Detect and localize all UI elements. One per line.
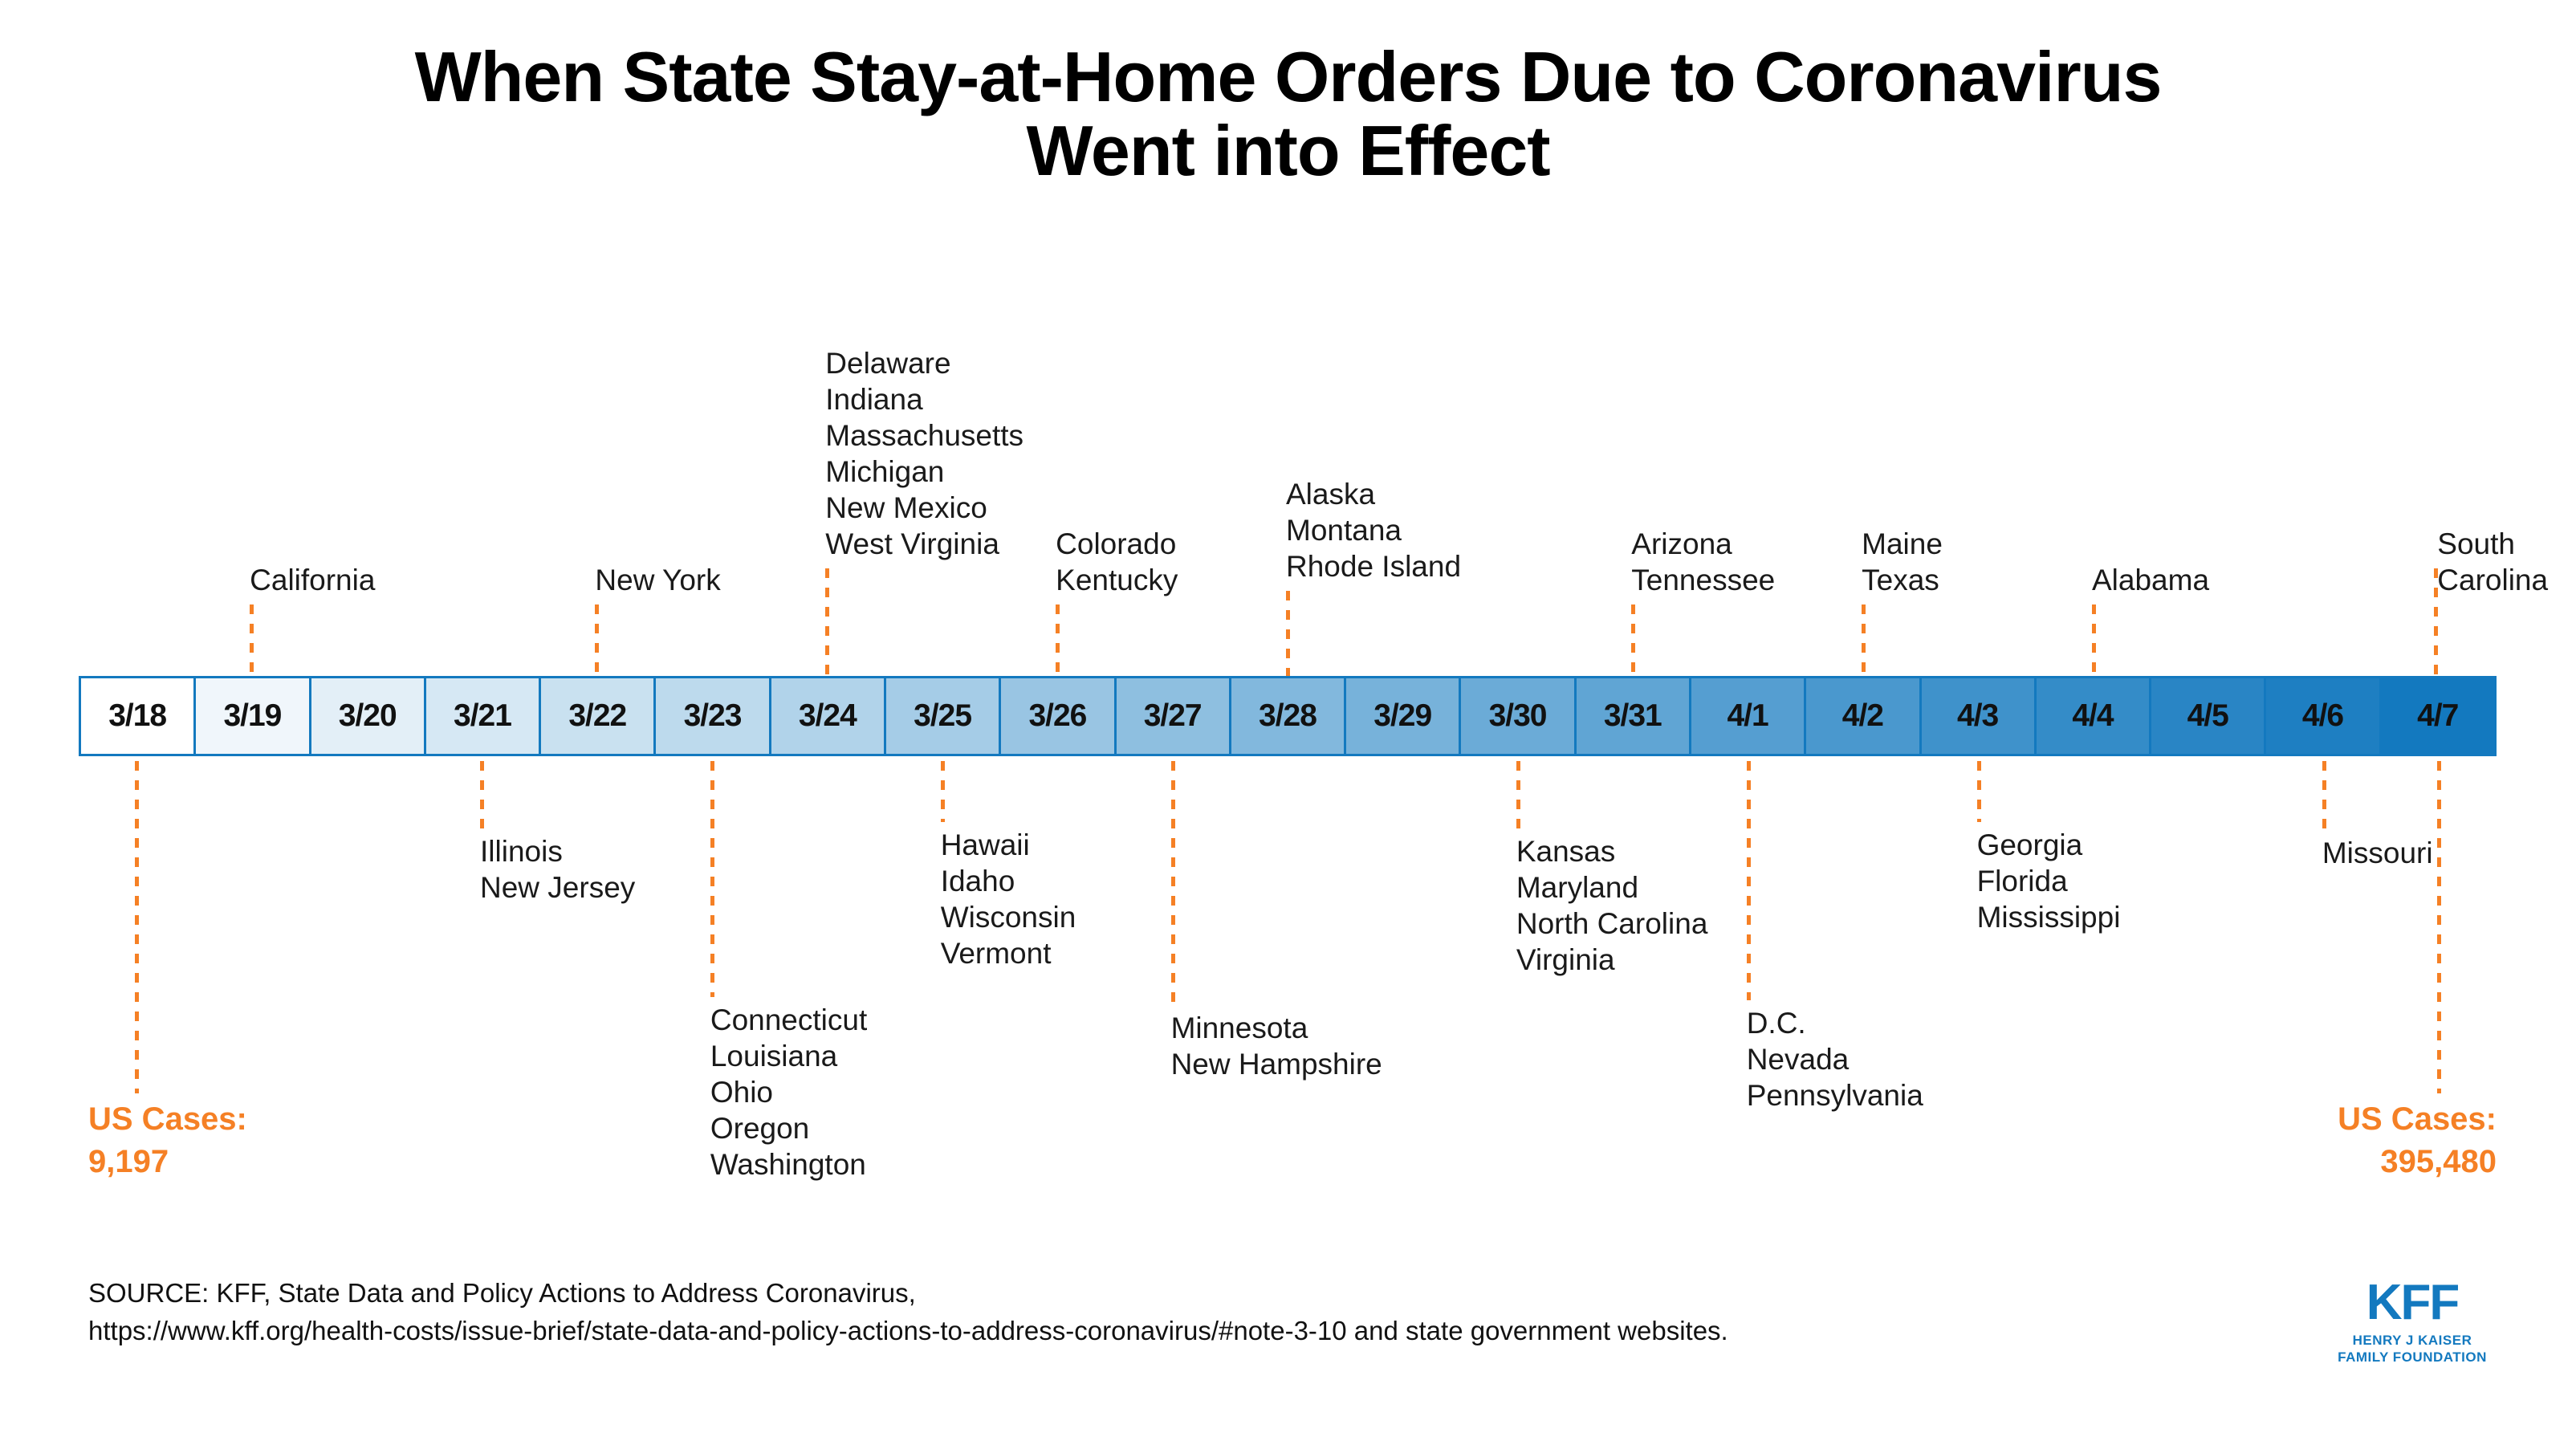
leader-line-above-3-24 <box>825 568 830 676</box>
leader-line-below-4-1 <box>1746 761 1751 1000</box>
timeline-date-label: 3/27 <box>1143 698 1203 733</box>
leader-line-below-4-3 <box>1976 761 1981 822</box>
kff-subtitle: HENRY J KAISER FAMILY FOUNDATION <box>2338 1333 2487 1366</box>
leader-line-below-3-30 <box>1516 761 1520 828</box>
callout-below-4-1: D.C. Nevada Pennsylvania <box>1746 1007 1923 1112</box>
timeline-date-label: 4/3 <box>1957 698 1999 733</box>
timeline-cell-4-6[interactable]: 4/6 <box>2266 678 2382 754</box>
callout-below-3-23: Connecticut Louisiana Ohio Oregon Washin… <box>710 1003 868 1181</box>
timeline-bar: 3/18 3/19 3/20 3/21 3/22 3/23 3/24 3/25 3/26 3/27… <box>79 676 2497 756</box>
leader-line-above-3-28 <box>1286 591 1290 676</box>
us-cases-end: US Cases: 395,480 <box>2338 1101 2497 1179</box>
callout-above-3-28: Alaska Montana Rhode Island <box>1286 478 1462 583</box>
timeline-date-label: 3/18 <box>108 698 167 733</box>
callout-below-4-6: Missouri <box>2322 836 2433 869</box>
leader-line-below-3-23 <box>710 761 714 997</box>
timeline-cell-3-22[interactable]: 3/22 <box>541 678 657 754</box>
leader-line-us-cases-end <box>2437 761 2442 1093</box>
leader-line-above-4-4 <box>2092 604 2096 676</box>
callout-above-4-2: Maine Texas <box>1862 527 1943 596</box>
timeline-cell-4-2[interactable]: 4/2 <box>1806 678 1922 754</box>
page-title: When State Stay-at-Home Orders Due to Co… <box>414 37 2163 191</box>
callout-above-4-4: Alabama <box>2092 564 2210 596</box>
callout-above-3-24: Delaware Indiana Massachusetts Michigan … <box>825 347 1024 560</box>
timeline-cell-3-28[interactable]: 3/28 <box>1231 678 1347 754</box>
kff-wordmark: KFF <box>2366 1275 2460 1330</box>
callout-above-3-31: Arizona Tennessee <box>1631 527 1776 596</box>
leader-line-below-3-21 <box>480 761 484 828</box>
leader-line-above-4-2 <box>1862 604 1866 676</box>
leader-line-above-3-22 <box>595 604 600 676</box>
callout-above-3-26: Colorado Kentucky <box>1056 527 1178 596</box>
callout-below-3-21: Illinois New Jersey <box>480 835 636 904</box>
timeline-date-label: 3/23 <box>683 698 743 733</box>
timeline-cell-3-18[interactable]: 3/18 <box>81 678 197 754</box>
leader-line-above-3-31 <box>1631 604 1636 676</box>
timeline-date-label: 3/25 <box>914 698 972 733</box>
timeline-cell-4-3[interactable]: 4/3 <box>1921 678 2037 754</box>
timeline-cell-4-4[interactable]: 4/4 <box>2036 678 2152 754</box>
timeline-cell-3-20[interactable]: 3/20 <box>311 678 426 754</box>
callout-above-3-22: New York <box>595 564 721 596</box>
leader-line-us-cases-start <box>134 761 139 1093</box>
leader-line-below-3-27 <box>1170 761 1175 1005</box>
leader-line-above-4-7 <box>2434 568 2439 676</box>
timeline-cell-4-7[interactable]: 4/7 <box>2381 678 2494 754</box>
timeline-date-label: 3/30 <box>1488 698 1548 733</box>
leader-line-below-4-6 <box>2322 761 2326 830</box>
timeline-date-label: 4/1 <box>1727 698 1768 733</box>
timeline-cell-3-30[interactable]: 3/30 <box>1461 678 1577 754</box>
callout-below-4-3: Georgia Florida Mississippi <box>1976 828 2121 934</box>
timeline-date-label: 4/6 <box>2301 698 2344 733</box>
timeline-date-label: 3/19 <box>223 698 282 733</box>
timeline-date-label: 4/2 <box>1841 698 1884 733</box>
leader-line-above-3-19 <box>250 604 254 676</box>
timeline-cell-3-25[interactable]: 3/25 <box>885 678 1002 754</box>
timeline-date-label: 3/20 <box>338 698 397 733</box>
leader-line-below-3-25 <box>940 761 945 822</box>
timeline-date-label: 4/7 <box>2417 698 2459 733</box>
us-cases-start: US Cases: 9,197 <box>88 1101 247 1179</box>
timeline-cell-3-21[interactable]: 3/21 <box>425 678 542 754</box>
timeline-cell-3-19[interactable]: 3/19 <box>196 678 311 754</box>
timeline-cell-3-27[interactable]: 3/27 <box>1116 678 1231 754</box>
timeline-cell-3-26[interactable]: 3/26 <box>1001 678 1117 754</box>
callout-below-3-27: Minnesota New Hampshire <box>1170 1012 1382 1081</box>
timeline-cell-3-31[interactable]: 3/31 <box>1576 678 1691 754</box>
timeline-date-label: 3/21 <box>454 698 512 733</box>
timeline-date-label: 3/28 <box>1259 698 1317 733</box>
callout-below-3-30: Kansas Maryland North Carolina Virginia <box>1516 835 1708 976</box>
timeline-cell-3-29[interactable]: 3/29 <box>1346 678 1462 754</box>
source-note: SOURCE: KFF, State Data and Policy Actio… <box>88 1278 1728 1345</box>
timeline-date-label: 3/24 <box>798 698 857 733</box>
kff-logo: KFF HENRY J KAISER FAMILY FOUNDATION <box>2332 1278 2493 1366</box>
timeline-cell-4-5[interactable]: 4/5 <box>2151 678 2267 754</box>
leader-line-above-3-26 <box>1056 604 1060 676</box>
timeline-date-label: 4/4 <box>2072 698 2114 733</box>
timeline-cell-3-23[interactable]: 3/23 <box>656 678 771 754</box>
timeline-cell-4-1[interactable]: 4/1 <box>1691 678 1807 754</box>
timeline-cell-3-24[interactable]: 3/24 <box>771 678 886 754</box>
timeline-date-label: 3/29 <box>1373 698 1432 733</box>
timeline-date-label: 4/5 <box>2187 698 2229 733</box>
timeline-date-label: 3/26 <box>1028 698 1087 733</box>
timeline-date-label: 3/22 <box>568 698 627 733</box>
callout-above-4-7: South Carolina <box>2437 527 2549 596</box>
callout-below-3-25: Hawaii Idaho Wisconsin Vermont <box>940 828 1076 970</box>
timeline-date-label: 3/31 <box>1603 698 1662 733</box>
callout-above-3-19: California <box>250 564 376 596</box>
